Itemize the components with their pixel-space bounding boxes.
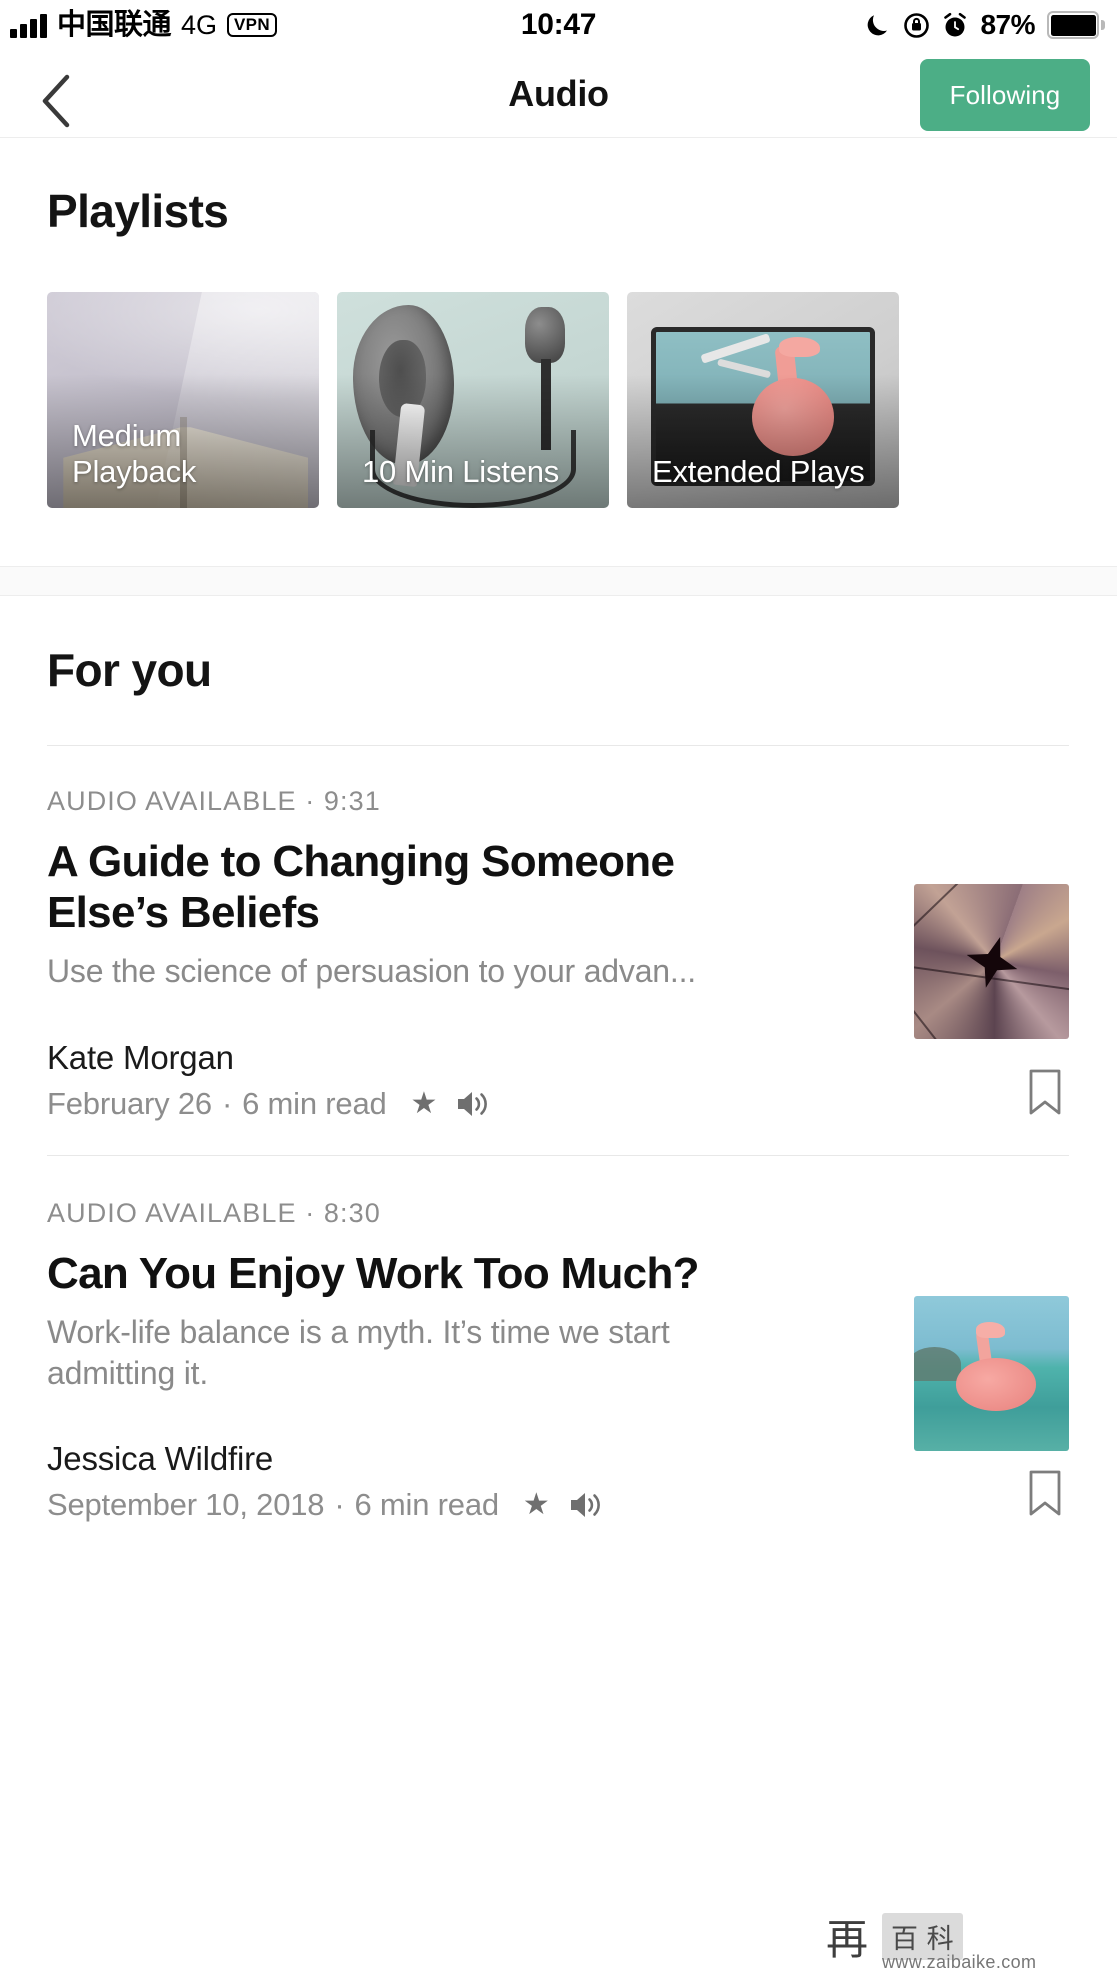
article-text-column: A Guide to Changing Someone Else’s Belie… — [47, 836, 707, 992]
meta-separator: · — [221, 1085, 233, 1121]
article-body: A Guide to Changing Someone Else’s Belie… — [47, 836, 1069, 1039]
kicker-separator: · — [305, 786, 316, 816]
article-item[interactable]: AUDIO AVAILABLE · 8:30 Can You Enjoy Wor… — [47, 1198, 1069, 1523]
article-title[interactable]: Can You Enjoy Work Too Much? — [47, 1248, 707, 1299]
playlist-card-label: Extended Plays — [652, 454, 865, 490]
moon-icon — [867, 12, 891, 38]
playlist-card-medium-playback[interactable]: Medium Playback — [47, 292, 319, 508]
playlist-card-label: 10 Min Listens — [362, 454, 560, 490]
audio-kicker: AUDIO AVAILABLE · 9:31 — [47, 786, 1069, 817]
article-item[interactable]: AUDIO AVAILABLE · 9:31 A Guide to Changi… — [47, 786, 1069, 1122]
alarm-clock-icon — [942, 12, 968, 39]
star-icon: ★ — [410, 1086, 438, 1120]
article-date: September 10, 2018 — [47, 1487, 325, 1523]
article-read-time: 6 min read — [354, 1487, 499, 1523]
watermark-url: www.zaibaike.com — [882, 1952, 1037, 1972]
audio-available-label: AUDIO AVAILABLE — [47, 1198, 297, 1228]
bookmark-icon[interactable] — [1025, 1469, 1065, 1517]
playlists-carousel[interactable]: Medium Playback 10 Min Listens Extended P… — [0, 292, 1117, 508]
article-byline: Kate Morgan February 26 · 6 min read ★ — [47, 1039, 1069, 1122]
audio-duration: 8:30 — [323, 1198, 381, 1228]
bookmark-icon[interactable] — [1025, 1068, 1065, 1116]
article-thumbnail[interactable] — [914, 884, 1069, 1039]
article-divider — [47, 1155, 1069, 1156]
article-author[interactable]: Kate Morgan — [47, 1039, 1069, 1077]
playlist-card-10-min-listens[interactable]: 10 Min Listens — [337, 292, 609, 508]
article-body: Can You Enjoy Work Too Much? Work-life b… — [47, 1248, 1069, 1451]
playlist-card-label: Medium Playback — [72, 417, 197, 490]
playlists-heading: Playlists — [47, 185, 229, 237]
status-bar: 中国联通 4G VPN 10:47 87% — [0, 0, 1117, 50]
rotation-lock-icon — [903, 12, 930, 39]
battery-icon — [1047, 11, 1105, 39]
article-subtitle: Work-life balance is a myth. It’s time w… — [47, 1314, 670, 1391]
navigation-bar: Audio Following — [0, 50, 1117, 138]
coast-shape — [914, 1347, 961, 1382]
shattered-center — [958, 928, 1024, 994]
section-divider-band — [0, 566, 1117, 596]
audio-kicker: AUDIO AVAILABLE · 8:30 — [47, 1198, 1069, 1229]
article-meta: September 10, 2018 · 6 min read ★ — [47, 1487, 1069, 1523]
watermark-badge-text: 百 科 — [891, 1924, 954, 1955]
for-you-heading: For you — [47, 644, 212, 696]
article-title[interactable]: A Guide to Changing Someone Else’s Belie… — [47, 836, 707, 938]
app-root: 中国联通 4G VPN 10:47 87% Audio Following Pl… — [0, 0, 1117, 1987]
article-byline: Jessica Wildfire September 10, 2018 · 6 … — [47, 1440, 1069, 1523]
playlist-card-extended-plays[interactable]: Extended Plays — [627, 292, 899, 508]
watermark-glyph: 再 — [826, 1915, 869, 1964]
flamingo-float — [955, 1358, 1037, 1411]
article-date: February 26 — [47, 1085, 212, 1121]
audio-available-label: AUDIO AVAILABLE — [47, 786, 297, 816]
site-watermark: 再 百 科 www.zaibaike.com — [826, 1906, 1036, 1972]
article-thumbnail[interactable] — [914, 1296, 1069, 1451]
article-text-column: Can You Enjoy Work Too Much? Work-life b… — [47, 1248, 707, 1393]
article-read-time: 6 min read — [242, 1085, 387, 1121]
speaker-icon — [568, 1490, 604, 1520]
section-rule — [47, 745, 1069, 746]
flamingo-head — [976, 1322, 1006, 1338]
audio-duration: 9:31 — [323, 786, 381, 816]
kicker-separator: · — [305, 1198, 316, 1228]
article-subtitle: Use the science of persuasion to your ad… — [47, 953, 696, 990]
following-button[interactable]: Following — [920, 59, 1090, 131]
speaker-icon — [455, 1089, 491, 1119]
article-meta: February 26 · 6 min read ★ — [47, 1086, 1069, 1122]
battery-percent-label: 87% — [980, 9, 1035, 40]
star-icon: ★ — [522, 1488, 550, 1522]
meta-separator: · — [334, 1487, 345, 1523]
status-bar-right: 87% — [867, 0, 1105, 50]
